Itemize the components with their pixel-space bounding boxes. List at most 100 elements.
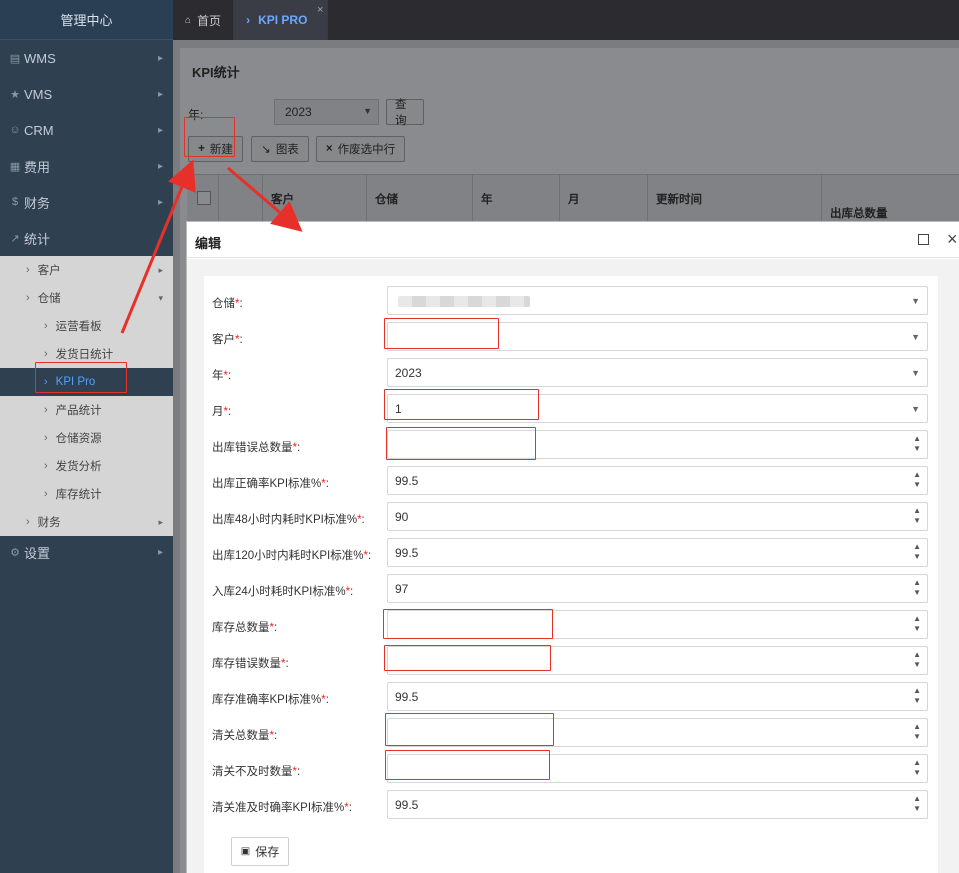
spinner-icon[interactable]: ▲ ▼ (913, 650, 921, 670)
sidebar-item-label: WMS (24, 50, 56, 66)
chart-button[interactable]: ↘ 图表 (251, 136, 309, 162)
bank-icon: ▤ (9, 52, 21, 65)
column-header[interactable]: 月 (560, 175, 648, 225)
field-label: 出库120小时内耗时KPI标准%*: (212, 550, 372, 562)
submenu-finance[interactable]: › 财务 ▸ (0, 508, 173, 536)
outbound-48h-input[interactable]: 90 ▲ ▼ (387, 502, 928, 531)
column-header[interactable]: 更新时间 (648, 175, 822, 225)
close-icon[interactable]: × (317, 4, 323, 16)
submenu-label: 发货日统计 (55, 349, 114, 361)
column-header[interactable]: 出库总数量 (822, 175, 959, 225)
field-label: 入库24小时耗时KPI标准%*: (212, 586, 354, 598)
chevron-right-icon: › (44, 376, 48, 388)
spinner-icon[interactable]: ▲ ▼ (913, 722, 921, 742)
tab-kpi-pro[interactable]: › KPI PRO × (234, 0, 329, 40)
submenu-label: 产品统计 (55, 405, 102, 417)
column-header[interactable]: 年 (473, 175, 560, 225)
spinner-icon[interactable]: ▲ ▼ (913, 686, 921, 706)
field-label: 月*: (212, 406, 232, 418)
inventory-error-input[interactable]: ▲ ▼ (387, 646, 928, 675)
submenu-kpi-pro[interactable]: › KPI Pro (0, 368, 173, 396)
line-chart-icon: ↘ (261, 144, 271, 156)
submenu-daily-shipping[interactable]: › 发货日统计 (0, 340, 173, 368)
submenu-inventory-stats[interactable]: › 库存统计 (0, 480, 173, 508)
spinner-icon[interactable]: ▲ ▼ (913, 542, 921, 562)
field-label: 清关总数量*: (212, 730, 278, 742)
caret-down-icon: ▼ (911, 296, 920, 306)
inventory-accuracy-input[interactable]: 99.5 ▲ ▼ (387, 682, 928, 711)
submenu-ops-board[interactable]: › 运营看板 (0, 312, 173, 340)
form-row-warehouse: 仓储*: ▼ (204, 286, 938, 316)
gear-icon: ⚙ (10, 546, 20, 559)
spinner-icon[interactable]: ▲ ▼ (913, 506, 921, 526)
form-row-month: 月*: 1 ▼ (204, 394, 938, 424)
sidebar-item-stats[interactable]: ↗ 统计 (0, 220, 173, 256)
customer-select[interactable]: ▼ (387, 322, 928, 351)
chevron-right-icon: ▸ (157, 546, 163, 558)
dollar-icon: $ (11, 196, 19, 208)
column-header[interactable]: 客户 (263, 175, 367, 225)
submenu-warehouse[interactable]: › 仓储 ▾ (0, 284, 173, 312)
inbound-24h-input[interactable]: 97 ▲ ▼ (387, 574, 928, 603)
home-icon: ⌂ (185, 14, 192, 26)
year-field-select[interactable]: 2023 ▼ (387, 358, 928, 387)
close-icon[interactable]: × (947, 229, 958, 250)
warehouse-select[interactable]: ▼ (387, 286, 928, 315)
spinner-icon[interactable]: ▲ ▼ (913, 470, 921, 490)
sidebar-item-crm[interactable]: ☺ CRM ▸ (0, 112, 173, 148)
void-selected-button[interactable]: × 作废选中行 (316, 136, 405, 162)
submenu-customer[interactable]: › 客户 ▸ (0, 256, 173, 284)
sidebar-item-vms[interactable]: ★ VMS ▸ (0, 76, 173, 112)
year-label: 年: (188, 108, 204, 122)
query-button[interactable]: 查询 (386, 99, 424, 127)
sidebar-item-label: 费用 (24, 159, 51, 175)
save-button[interactable]: ▣ 保存 (231, 837, 289, 866)
outbound-120h-input[interactable]: 99.5 ▲ ▼ (387, 538, 928, 567)
submenu-label: 仓储 (37, 293, 61, 305)
year-select[interactable]: 2023 ▼ (274, 99, 379, 125)
chevron-right-icon: › (246, 13, 251, 27)
spinner-icon[interactable]: ▲ ▼ (913, 578, 921, 598)
sidebar-item-label: VMS (24, 86, 53, 102)
inventory-total-input[interactable]: ▲ ▼ (387, 610, 928, 639)
chevron-right-icon: › (44, 320, 48, 332)
customs-late-input[interactable]: ▲ ▼ (387, 754, 928, 783)
customs-total-input[interactable]: ▲ ▼ (387, 718, 928, 747)
spinner-icon[interactable]: ▲ ▼ (913, 614, 921, 634)
customs-ontime-input[interactable]: 99.5 ▲ ▼ (387, 790, 928, 819)
spinner-icon[interactable]: ▲ ▼ (913, 758, 921, 778)
form-row-customs-ontime: 清关准及时确率KPI标准%*: 99.5 ▲ ▼ (204, 790, 938, 820)
outbound-error-count-input[interactable]: ▲ ▼ (387, 430, 928, 459)
submenu-warehouse-resources[interactable]: › 仓储资源 (0, 424, 173, 452)
field-value: 99.5 (395, 546, 419, 560)
chevron-right-icon: ▸ (157, 160, 163, 172)
sidebar-item-finance[interactable]: $ 财务 ▸ (0, 184, 173, 220)
field-label: 库存总数量*: (212, 622, 278, 634)
chevron-right-icon: ▸ (157, 196, 163, 208)
select-all-checkbox[interactable] (197, 191, 211, 205)
spinner-icon[interactable]: ▲ ▼ (913, 794, 921, 814)
field-label: 库存准确率KPI标准%*: (212, 694, 329, 706)
dialog-title: 编辑 (195, 236, 222, 251)
submenu-product-stats[interactable]: › 产品统计 (0, 396, 173, 424)
tab-home[interactable]: ⌂ 首页 (173, 0, 235, 40)
spinner-icon[interactable]: ▲ ▼ (913, 434, 921, 454)
sidebar-header: 管理中心 (0, 0, 173, 40)
month-select[interactable]: 1 ▼ (387, 394, 928, 423)
outbound-accuracy-input[interactable]: 99.5 ▲ ▼ (387, 466, 928, 495)
form-row-inventory-total: 库存总数量*: ▲ ▼ (204, 610, 938, 640)
page-title: KPI统计 (192, 65, 240, 80)
form-row-inventory-accuracy: 库存准确率KPI标准%*: 99.5 ▲ ▼ (204, 682, 938, 712)
column-header[interactable]: 仓储 (367, 175, 473, 225)
field-label: 出库48小时内耗时KPI标准%*: (212, 514, 365, 526)
field-value: 90 (395, 510, 409, 524)
sidebar-item-settings[interactable]: ⚙ 设置 ▸ (0, 534, 173, 570)
caret-down-icon: ▼ (911, 404, 920, 414)
submenu-shipping-analysis[interactable]: › 发货分析 (0, 452, 173, 480)
sidebar-item-wms[interactable]: ▤ WMS ▸ (0, 40, 173, 76)
new-button[interactable]: + 新建 (188, 136, 243, 162)
tab-label: 首页 (197, 13, 222, 28)
chevron-right-icon: ▸ (157, 52, 163, 64)
maximize-icon[interactable] (918, 234, 929, 245)
sidebar-item-fees[interactable]: ▦ 费用 ▸ (0, 148, 173, 184)
